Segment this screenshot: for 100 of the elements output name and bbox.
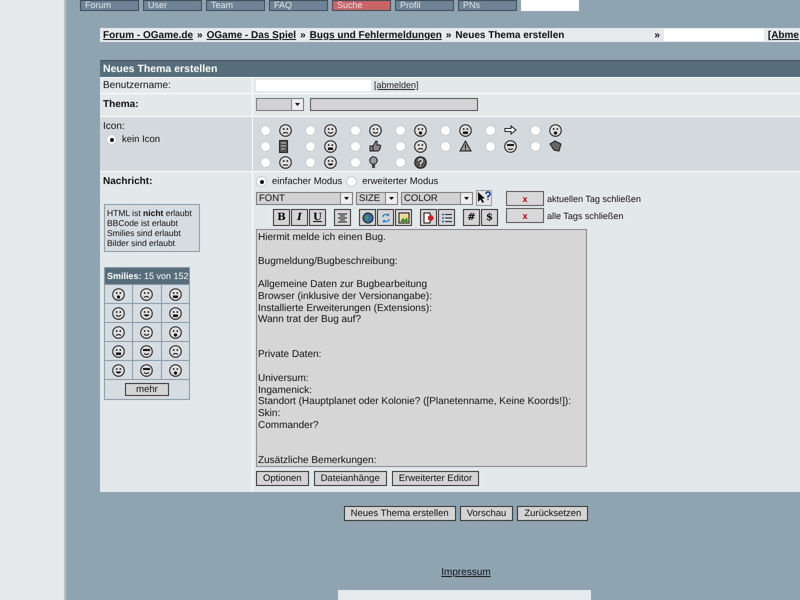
face-icon (324, 140, 337, 153)
face-icon (549, 124, 562, 137)
form-action-button[interactable]: Zurücksetzen (517, 506, 588, 522)
face-icon (168, 326, 182, 339)
format-button[interactable] (334, 209, 351, 226)
arrow-icon (504, 125, 517, 136)
format-button[interactable] (395, 209, 412, 226)
face-icon (112, 306, 126, 320)
imprint-link[interactable]: Impressum (100, 567, 800, 578)
rule-text: BBCode ist erlaubt (107, 218, 179, 228)
face-icon (168, 364, 182, 377)
message-textarea[interactable]: Hiermit melde ich einen Bug. Bugmeldung/Bugbeschreibung: Allgemeine Daten zur Bugbearbeitung Browser (inklusive der Versionangabe): Installierte Erweiterungen (Extensions): Wann trat der Bug auf? Private Daten: Universum: Ingamenick: Standort (Hauptplanet oder Kolonie? ([Planetenname, Keine Koords!]): Skin: Commander? Zusätzliche Bemerkungen: (256, 229, 587, 468)
icon-radio[interactable] (305, 124, 316, 136)
format-button[interactable] (359, 209, 376, 226)
face-icon (168, 288, 182, 301)
icon-radio[interactable] (260, 140, 271, 152)
icon-radio[interactable] (260, 124, 271, 136)
thumb-icon (369, 140, 382, 152)
help-cursor-icon[interactable] (476, 190, 492, 206)
breadcrumb-link[interactable]: Bugs und Fehlermeldungen (310, 30, 442, 41)
face-icon (112, 288, 126, 301)
warning-icon (459, 140, 472, 152)
question-icon (414, 156, 427, 169)
logout-link[interactable]: [abmelden] (374, 80, 419, 90)
swap-icon (380, 212, 392, 224)
icon-radio[interactable] (440, 140, 451, 152)
icon-radio[interactable] (350, 156, 361, 168)
caret-icon (291, 99, 303, 110)
face-icon (504, 140, 517, 153)
editor-button[interactable]: Erweiterter Editor (392, 471, 480, 486)
icon-radio[interactable] (350, 124, 361, 136)
face-icon (112, 326, 126, 339)
icon-radio[interactable] (305, 140, 316, 152)
format-dropdown[interactable]: SIZE (356, 192, 398, 205)
face-icon (140, 344, 154, 358)
prefix-dropdown[interactable] (256, 98, 304, 112)
breadcrumb-separator: » (654, 30, 660, 41)
caret-icon (340, 192, 352, 204)
format-button[interactable]: # (463, 209, 480, 226)
align-icon (337, 212, 348, 224)
breadcrumb-separator: » (446, 30, 452, 41)
breadcrumb-link[interactable]: Forum - OGame.de (103, 30, 194, 41)
format-button[interactable] (420, 209, 437, 226)
format-button[interactable]: I (291, 209, 308, 226)
panel-title: Neues Thema erstellen (100, 60, 800, 78)
list-icon (440, 212, 452, 224)
face-icon (112, 344, 126, 358)
breadcrumb-separator: » (197, 30, 203, 41)
icon-radio[interactable] (260, 156, 271, 168)
form-action-button[interactable]: Neues Thema erstellen (344, 506, 456, 522)
editor-button[interactable]: Dateianhänge (314, 471, 387, 486)
icon-radio[interactable] (350, 140, 361, 152)
icon-radio[interactable] (395, 124, 406, 136)
icon-radio[interactable] (395, 140, 406, 152)
close-tag-button[interactable]: x (506, 208, 544, 224)
bulb-icon (369, 156, 378, 169)
icon-radio[interactable] (530, 140, 541, 152)
insert-icon (422, 212, 434, 224)
face-icon (324, 124, 337, 137)
format-dropdown[interactable]: FONT (256, 192, 353, 205)
rule-text: HTML ist nicht erlaubt (107, 208, 193, 218)
format-button[interactable]: B (273, 209, 290, 226)
username-field[interactable] (256, 80, 371, 92)
close-tag-label: aktuellen Tag schließen (547, 194, 641, 204)
icon-radio[interactable] (485, 124, 496, 136)
icon-radio[interactable] (530, 124, 541, 136)
breadcrumb-separator: » (300, 30, 306, 41)
icon-radio[interactable] (305, 156, 316, 168)
caret-icon (385, 192, 397, 204)
face-icon (414, 140, 427, 153)
format-button[interactable] (377, 209, 394, 226)
icon-radio[interactable] (485, 140, 496, 152)
face-icon (140, 326, 154, 339)
nav-blank-field[interactable] (521, 0, 579, 11)
username-label: Benutzername: (103, 80, 171, 92)
face-icon (324, 156, 337, 169)
face-icon (279, 156, 292, 169)
face-icon (168, 344, 182, 358)
mode-radio[interactable]: erweiterter Modus (346, 176, 438, 188)
format-dropdown[interactable]: COLOR (401, 192, 473, 205)
breadcrumb-link[interactable]: OGame - Das Spiel (206, 30, 296, 41)
face-icon (112, 364, 126, 377)
editor-button[interactable]: Optionen (256, 471, 309, 486)
no-icon-radio[interactable]: kein Icon (106, 134, 249, 146)
breadcrumb-link[interactable]: [Abme (768, 30, 799, 41)
close-tag-label: alle Tags schließen (547, 210, 624, 221)
topic-field[interactable] (310, 98, 478, 112)
format-button[interactable]: $ (481, 209, 498, 226)
mode-radio[interactable]: einfacher Modus (256, 176, 342, 188)
form-action-button[interactable]: Vorschau (460, 506, 514, 522)
format-button[interactable] (438, 209, 455, 226)
more-button[interactable]: mehr (125, 383, 169, 396)
close-tag-button[interactable]: x (506, 191, 544, 206)
caret-icon (460, 192, 472, 204)
icon-radio[interactable] (395, 156, 406, 168)
icon-label: Icon: (103, 121, 125, 132)
format-button[interactable]: U (309, 209, 326, 226)
icon-radio[interactable] (440, 124, 451, 136)
breadcrumb-field[interactable] (664, 29, 764, 42)
rule-text: Bilder sind erlaubt (107, 238, 176, 248)
